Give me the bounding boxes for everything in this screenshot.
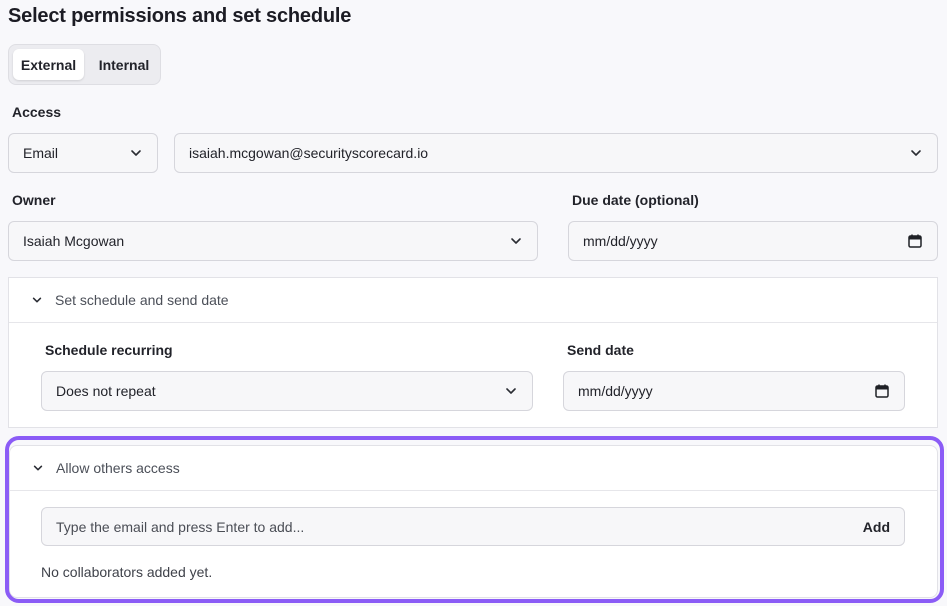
- chevron-down-icon: [911, 150, 921, 156]
- chevron-down-icon: [506, 388, 516, 394]
- chevron-down-icon: [33, 465, 43, 471]
- access-email-value: isaiah.mcgowan@securityscorecard.io: [189, 145, 429, 161]
- divider: [9, 322, 937, 323]
- others-access-header[interactable]: Allow others access: [10, 446, 937, 490]
- schedule-recurring-select[interactable]: Does not repeat: [41, 371, 533, 411]
- empty-collaborators-text: No collaborators added yet.: [41, 564, 213, 580]
- access-label: Access: [12, 104, 62, 120]
- due-date-label: Due date (optional): [572, 192, 699, 208]
- schedule-recurring-value: Does not repeat: [56, 383, 156, 399]
- access-type-value: Email: [23, 145, 59, 161]
- chevron-down-icon: [511, 238, 521, 244]
- due-date-input[interactable]: mm/dd/yyyy: [568, 221, 938, 261]
- schedule-panel-title: Set schedule and send date: [55, 292, 229, 308]
- send-date-placeholder: mm/dd/yyyy: [578, 383, 653, 399]
- calendar-icon[interactable]: [874, 383, 890, 399]
- tab-internal[interactable]: Internal: [89, 49, 159, 80]
- others-access-title: Allow others access: [56, 460, 180, 476]
- due-date-placeholder: mm/dd/yyyy: [583, 233, 658, 249]
- owner-value: Isaiah Mcgowan: [23, 233, 125, 249]
- collaborator-email-input[interactable]: Type the email and press Enter to add...: [56, 519, 863, 535]
- send-date-label: Send date: [567, 342, 634, 358]
- chevron-down-icon: [131, 150, 141, 156]
- access-type-select[interactable]: Email: [8, 133, 158, 173]
- access-email-select[interactable]: isaiah.mcgowan@securityscorecard.io: [174, 133, 938, 173]
- page-title: Select permissions and set schedule: [8, 5, 352, 27]
- chevron-down-icon: [32, 297, 42, 303]
- divider: [10, 490, 937, 491]
- schedule-panel-header[interactable]: Set schedule and send date: [9, 278, 937, 322]
- schedule-recurring-label: Schedule recurring: [45, 342, 173, 358]
- calendar-icon[interactable]: [907, 233, 923, 249]
- tab-external[interactable]: External: [13, 49, 84, 80]
- collaborator-email-field[interactable]: Type the email and press Enter to add...…: [41, 507, 905, 546]
- access-scope-toggle: External Internal: [8, 44, 161, 85]
- add-collaborator-button[interactable]: Add: [863, 519, 890, 535]
- owner-label: Owner: [12, 192, 56, 208]
- send-date-input[interactable]: mm/dd/yyyy: [563, 371, 905, 411]
- owner-select[interactable]: Isaiah Mcgowan: [8, 221, 538, 261]
